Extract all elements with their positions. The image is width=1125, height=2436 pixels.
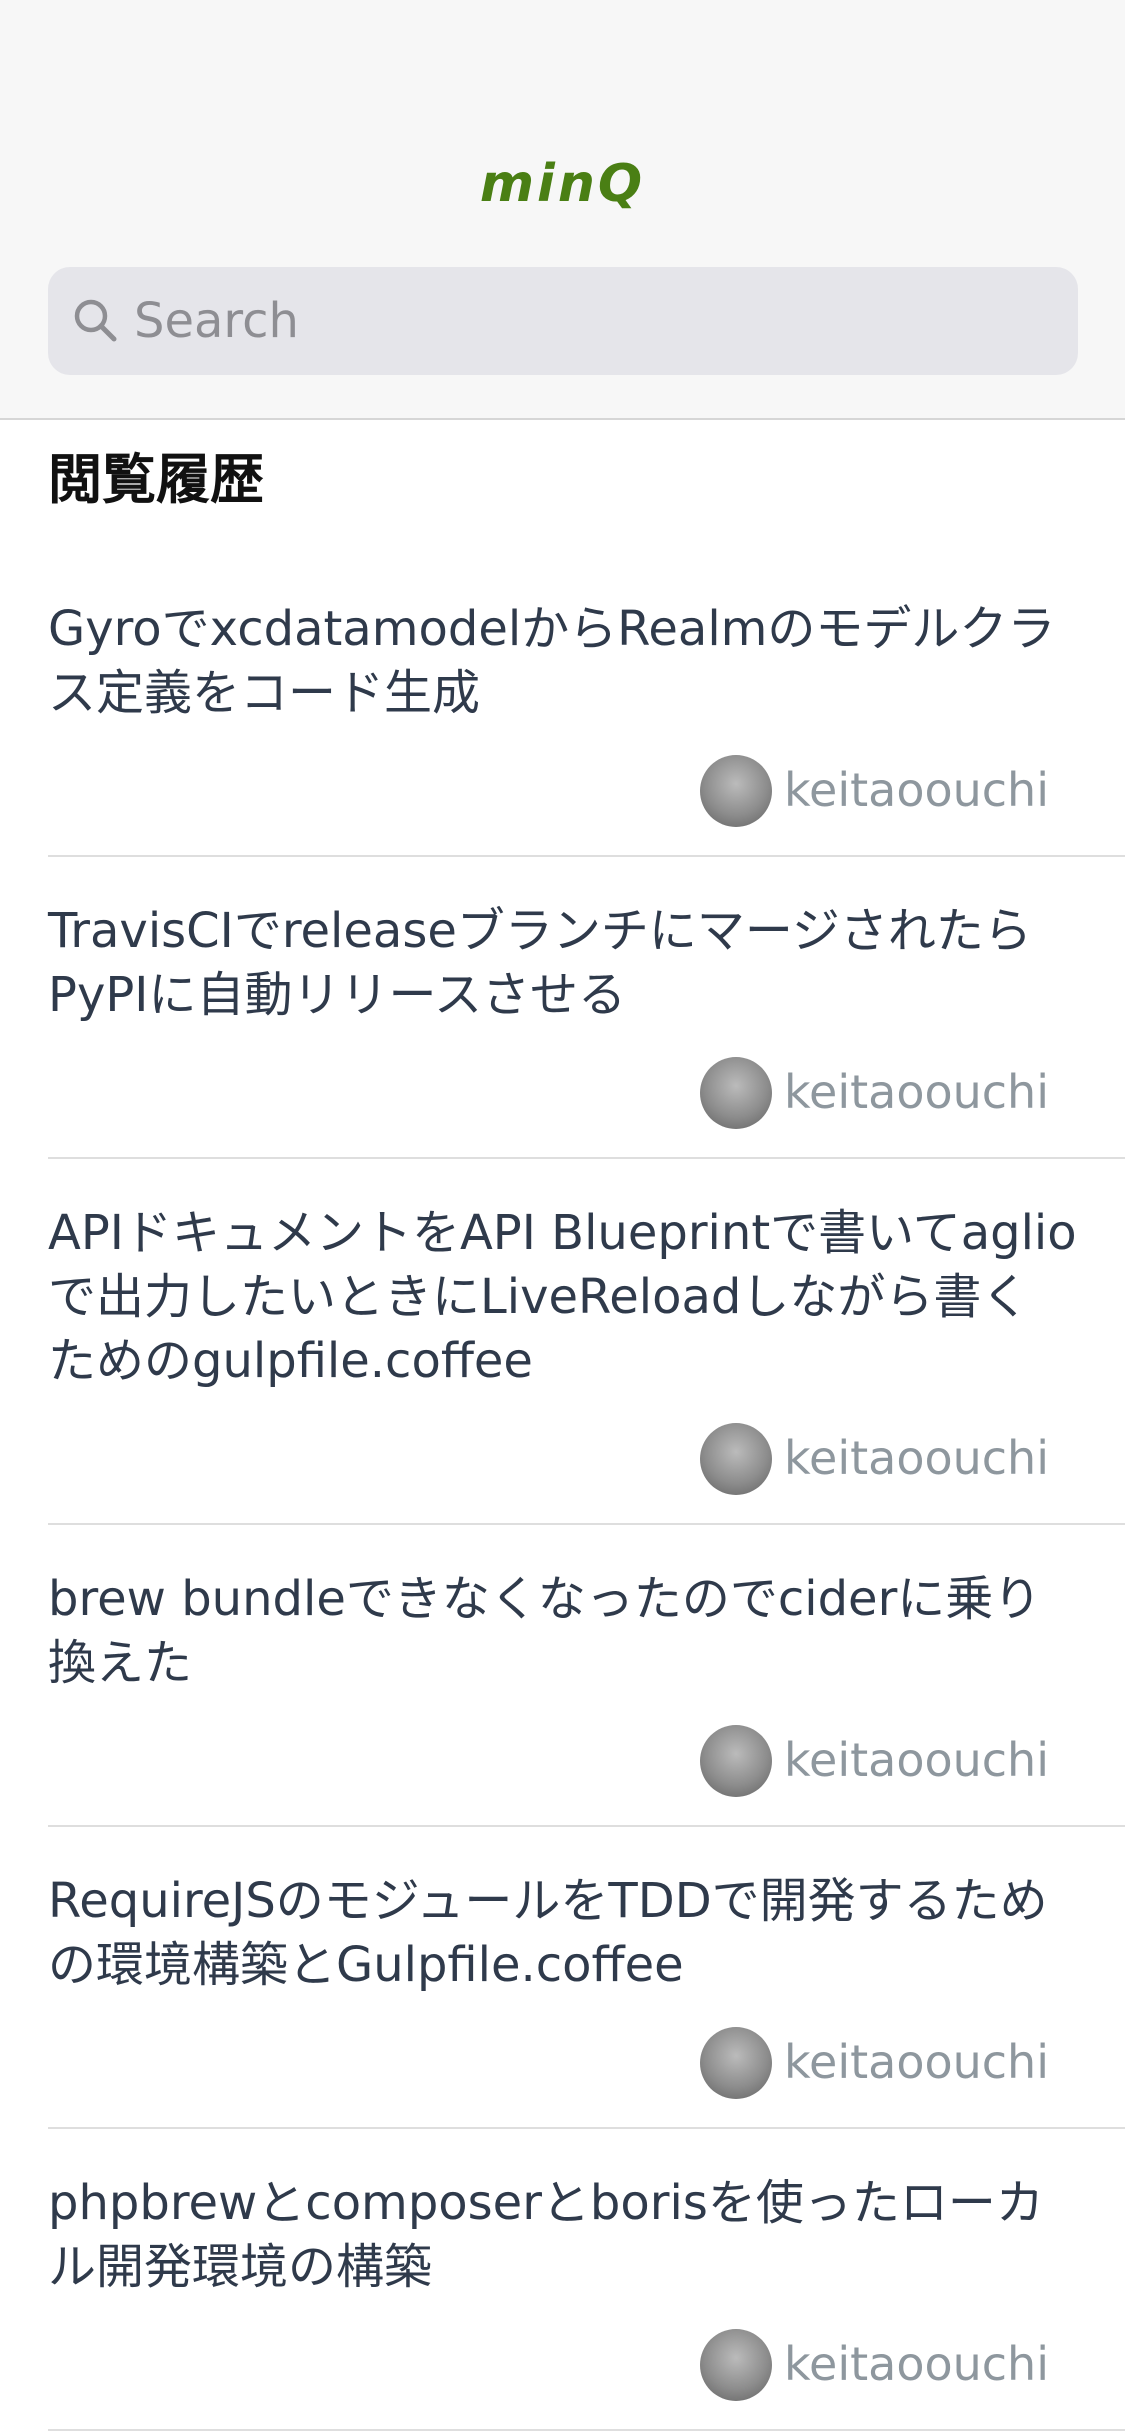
item-title[interactable]: phpbrewとcomposerとborisを使ったローカル開発環境の構築: [48, 2171, 1077, 2299]
avatar[interactable]: [700, 2329, 772, 2401]
list-item[interactable]: APIドキュメントをAPI Blueprintで書いてaglioで出力したいとき…: [48, 1159, 1125, 1525]
author-name[interactable]: keitaoouchi: [784, 1431, 1049, 1486]
item-title[interactable]: APIドキュメントをAPI Blueprintで書いてaglioで出力したいとき…: [48, 1201, 1077, 1393]
avatar[interactable]: [700, 2027, 772, 2099]
author-name[interactable]: keitaoouchi: [784, 1733, 1049, 1788]
author-row: keitaoouchi: [48, 1997, 1077, 2127]
author-name[interactable]: keitaoouchi: [784, 2035, 1049, 2090]
item-title[interactable]: brew bundleできなくなったのでciderに乗り換えた: [48, 1567, 1077, 1695]
author-name[interactable]: keitaoouchi: [784, 1065, 1049, 1120]
list-item[interactable]: phpbrewとcomposerとborisを使ったローカル開発環境の構築 ke…: [48, 2129, 1125, 2431]
avatar[interactable]: [700, 1057, 772, 1129]
list-item[interactable]: GyroでxcdatamodelからRealmのモデルクラス定義をコード生成 k…: [48, 555, 1125, 857]
search-bar[interactable]: [48, 267, 1078, 375]
item-title[interactable]: TravisCIでreleaseブランチにマージされたらPyPIに自動リリースさ…: [48, 899, 1077, 1027]
avatar[interactable]: [700, 1725, 772, 1797]
avatar[interactable]: [700, 755, 772, 827]
author-name[interactable]: keitaoouchi: [784, 2337, 1049, 2392]
list-item[interactable]: brew bundleできなくなったのでciderに乗り換えた keitaoou…: [48, 1525, 1125, 1827]
history-list: GyroでxcdatamodelからRealmのモデルクラス定義をコード生成 k…: [0, 555, 1125, 2431]
author-name[interactable]: keitaoouchi: [784, 763, 1049, 818]
item-title[interactable]: GyroでxcdatamodelからRealmのモデルクラス定義をコード生成: [48, 597, 1077, 725]
list-item[interactable]: RequireJSのモジュールをTDDで開発するための環境構築とGulpfile…: [48, 1827, 1125, 2129]
author-row: keitaoouchi: [48, 725, 1077, 855]
author-row: keitaoouchi: [48, 1393, 1077, 1523]
search-input[interactable]: [134, 267, 1034, 375]
item-title[interactable]: RequireJSのモジュールをTDDで開発するための環境構築とGulpfile…: [48, 1869, 1077, 1997]
author-row: keitaoouchi: [48, 1027, 1077, 1157]
minq-logo: minQ: [479, 154, 646, 214]
avatar[interactable]: [700, 1423, 772, 1495]
author-row: keitaoouchi: [48, 2299, 1077, 2429]
search-icon: [74, 299, 117, 342]
app-header: minQ: [0, 0, 1125, 420]
author-row: keitaoouchi: [48, 1695, 1077, 1825]
list-item[interactable]: TravisCIでreleaseブランチにマージされたらPyPIに自動リリースさ…: [48, 857, 1125, 1159]
history-section-title: 閲覧履歴: [48, 448, 264, 511]
